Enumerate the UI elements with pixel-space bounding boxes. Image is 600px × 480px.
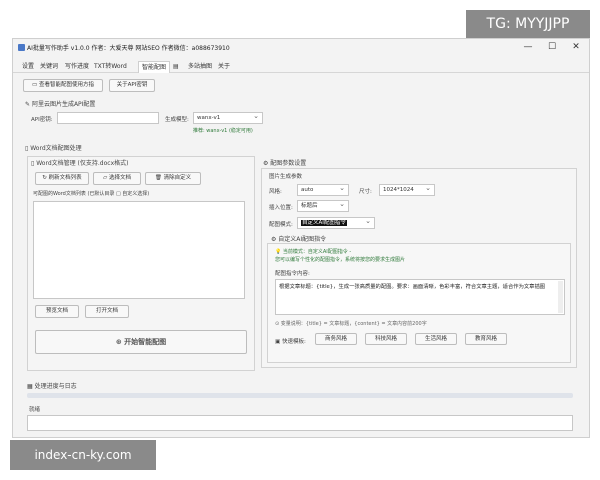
tab-keywords[interactable]: 关键词	[37, 61, 61, 73]
tab-icon[interactable]: ▤	[170, 61, 182, 73]
model-select[interactable]: wanx-v1	[193, 112, 263, 124]
doc-listbox[interactable]	[33, 201, 245, 299]
api-key-input[interactable]	[57, 112, 159, 124]
open-doc-button[interactable]: 打开文档	[85, 305, 129, 318]
tab-smart-image[interactable]: 智能配图	[138, 61, 171, 73]
mode-note: 💡 当前模式：自定义AI配图指令 -	[275, 249, 352, 255]
title-bar: AI批量写作助手 v1.0.0 作者：大爱天尊 网站SEO 作者微信：a0886…	[13, 39, 589, 57]
maximize-button[interactable]: ☐	[541, 40, 563, 55]
guide-button[interactable]: ▭ 查看智能配图使用方指	[23, 79, 103, 92]
select-doc-button[interactable]: ▱ 选择文档	[93, 172, 141, 185]
content-textarea[interactable]: 根据文章标题：{title}，生成一张高质量的配图。要求：画面清晰，色彩丰富，符…	[275, 279, 565, 315]
tab-progress[interactable]: 写作进度	[62, 61, 92, 73]
app-window: AI批量写作助手 v1.0.0 作者：大爱天尊 网站SEO 作者微信：a0886…	[12, 38, 590, 438]
tab-settings[interactable]: 设置	[19, 61, 37, 73]
status-text: 就绪	[29, 407, 41, 413]
size-select[interactable]: 1024*1024	[379, 184, 435, 196]
window-title: AI批量写作助手 v1.0.0 作者：大爱天尊 网站SEO 作者微信：a0886…	[27, 45, 230, 52]
tab-multi-site[interactable]: 多站抽图	[185, 61, 215, 73]
template-business-button[interactable]: 商务风格	[315, 333, 357, 345]
preview-doc-button[interactable]: 预览文档	[35, 305, 79, 318]
log-area[interactable]	[27, 415, 573, 431]
refresh-list-button[interactable]: ↻ 刷新文档列表	[35, 172, 89, 185]
doc-mgmt-title: ▯ Word文档管理 (仅支持.docx格式)	[31, 160, 129, 167]
tg-watermark-badge: TG: MYYJJPP	[466, 10, 590, 38]
api-help-button[interactable]: 关于API密钥	[109, 79, 155, 92]
tab-txt-to-word[interactable]: TXT转Word	[91, 61, 130, 73]
word-section-title: ▯ Word文档配图处理	[25, 145, 82, 152]
style-select[interactable]: auto	[297, 184, 349, 196]
brain-icon: ⊛	[115, 338, 125, 346]
params-title: ⚙ 配图参数设置	[263, 160, 307, 167]
position-label: 插入位置:	[269, 205, 293, 211]
position-select[interactable]: 标题后	[297, 200, 349, 212]
mode-select[interactable]: 自定义AI配图指令	[297, 217, 375, 229]
api-key-label: API密钥:	[31, 117, 53, 123]
bulb-icon: 💡	[275, 249, 283, 255]
clear-custom-button[interactable]: 🗑 清除自定义	[145, 172, 201, 185]
trash-icon: 🗑	[154, 175, 164, 181]
template-tech-button[interactable]: 科技风格	[365, 333, 407, 345]
size-label: 尺寸:	[359, 189, 372, 195]
content-label: 配图指令内容:	[275, 271, 310, 277]
close-button[interactable]: ✕	[565, 40, 587, 55]
chart-icon: ▦	[27, 383, 35, 390]
start-button[interactable]: ⊛ 开始智能配图	[35, 330, 247, 354]
mode-desc: 您可以编写个性化的配图指令，系统将按您的要求生成图片	[275, 257, 406, 263]
tab-bar: 设置 关键词 写作进度 TXT转Word 智能配图 ▤ 多站抽图 关于	[13, 61, 589, 73]
url-watermark-badge: index-cn-ky.com	[10, 440, 156, 470]
model-hint: 推荐: wanx-v1 (稳定可用)	[193, 128, 253, 134]
minimize-button[interactable]: —	[517, 40, 539, 55]
content-text: 根据文章标题：{title}，生成一张高质量的配图。要求：画面清晰，色彩丰富，符…	[279, 284, 546, 290]
template-icon: ▣	[275, 339, 282, 345]
mode-select-value: 自定义AI配图指令	[301, 220, 347, 226]
template-life-button[interactable]: 生活风格	[415, 333, 457, 345]
progress-title: ▦ 处理进度与日志	[27, 383, 77, 390]
doc-list-label: 可配图的Word文档列表 (已默认目录 □ 自定义选择)	[33, 191, 150, 197]
wrench-icon: ✎	[25, 101, 32, 108]
quick-label: ▣ 快速模板:	[275, 339, 306, 345]
gen-params-label: 图片生成参数	[269, 174, 303, 180]
style-label: 风格:	[269, 189, 282, 195]
custom-title: ⚙ 自定义AI配图指令	[271, 236, 327, 243]
model-label: 生成模型:	[165, 117, 189, 123]
progress-bar	[27, 393, 573, 398]
template-edu-button[interactable]: 教育风格	[465, 333, 507, 345]
book-icon: ▭	[32, 82, 39, 88]
vars-hint: ⊙ 变量说明：{title} = 文章标题，{content} = 文章内容前2…	[275, 321, 427, 327]
api-section-title: ✎ 阿里云图片生成API配置	[25, 101, 96, 108]
app-icon	[18, 44, 25, 51]
tab-about[interactable]: 关于	[215, 61, 233, 73]
mode-label: 配图模式:	[269, 222, 293, 228]
textarea-scrollbar[interactable]	[558, 281, 563, 313]
